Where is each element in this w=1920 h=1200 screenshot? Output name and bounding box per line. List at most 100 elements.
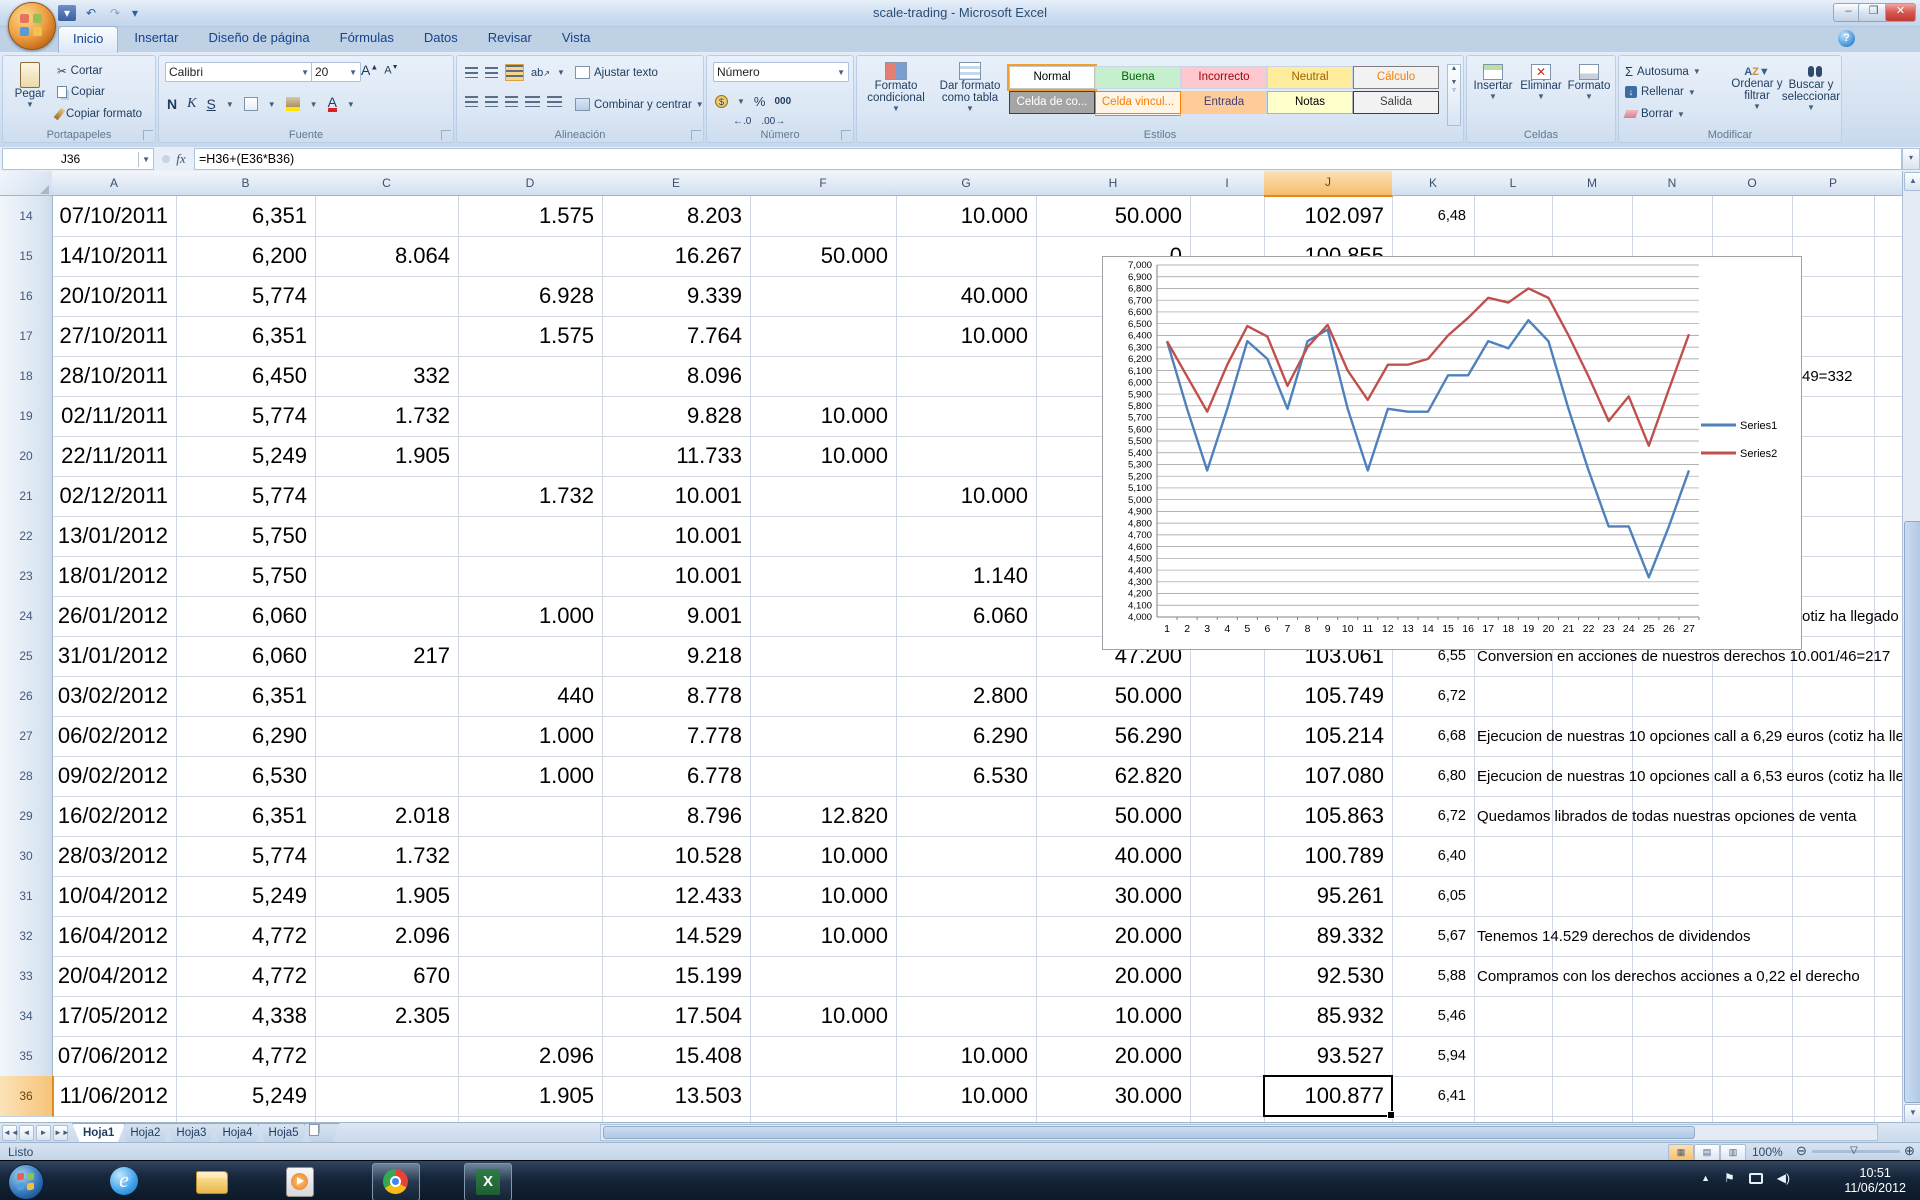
cell-H28[interactable]: 62.820 [1036, 756, 1182, 796]
cell-F32[interactable]: 10.000 [750, 916, 888, 956]
cell-F29[interactable]: 12.820 [750, 796, 888, 836]
ribbon-tab-fórmulas[interactable]: Fórmulas [326, 26, 408, 52]
cell-E23[interactable]: 10.001 [602, 556, 742, 596]
cell-G23[interactable]: 1.140 [896, 556, 1028, 596]
column-header-I[interactable]: I [1190, 171, 1265, 196]
internet-explorer-icon[interactable]: e [110, 1167, 138, 1195]
cell-A16[interactable]: 20/10/2011 [52, 276, 168, 316]
redo-icon[interactable]: ↷ [106, 5, 124, 21]
dialog-launcher-icon[interactable] [441, 130, 451, 140]
cell-D26[interactable]: 440 [458, 676, 594, 716]
cell-G24[interactable]: 6.060 [896, 596, 1028, 636]
cell-J26[interactable]: 105.749 [1264, 676, 1384, 716]
cell-G26[interactable]: 2.800 [896, 676, 1028, 716]
cell-style-incorrecto[interactable]: Incorrecto [1181, 66, 1267, 89]
cell-E19[interactable]: 9.828 [602, 396, 742, 436]
cell-B27[interactable]: 6,290 [176, 716, 307, 756]
column-header-A[interactable]: A [52, 171, 177, 196]
fill-button[interactable]: ↓Rellenar▼ [1625, 86, 1696, 98]
row-header-26[interactable]: 26 [0, 676, 53, 717]
shrink-font-icon[interactable]: A▼ [384, 64, 398, 77]
scroll-up-icon[interactable]: ▲ [1904, 172, 1920, 191]
gallery-scroll[interactable]: ▲▼▿ [1447, 64, 1461, 126]
cell-F34[interactable]: 10.000 [750, 996, 888, 1036]
align-middle-icon[interactable] [485, 67, 498, 78]
cell-G27[interactable]: 6.290 [896, 716, 1028, 756]
cell-A34[interactable]: 17/05/2012 [52, 996, 168, 1036]
windows-explorer-icon[interactable] [196, 1171, 228, 1194]
row-header-27[interactable]: 27 [0, 716, 53, 757]
fill-handle[interactable] [1387, 1111, 1395, 1119]
sort-filter-button[interactable]: AZ▼ Ordenar y filtrar▼ [1729, 66, 1785, 111]
first-sheet-icon[interactable]: ◄◄ [2, 1125, 17, 1141]
cell-B22[interactable]: 5,750 [176, 516, 307, 556]
delete-cells-button[interactable]: ✕ Eliminar▼ [1517, 64, 1565, 101]
cell-F30[interactable]: 10.000 [750, 836, 888, 876]
align-center-icon[interactable] [485, 96, 498, 107]
cell-E15[interactable]: 16.267 [602, 236, 742, 276]
comma-style-icon[interactable]: 000 [774, 96, 791, 107]
column-header-K[interactable]: K [1392, 171, 1475, 196]
cell-A24[interactable]: 26/01/2012 [52, 596, 168, 636]
cell-E32[interactable]: 14.529 [602, 916, 742, 956]
close-button[interactable]: ✕ [1885, 3, 1916, 22]
taskbar-clock[interactable]: 10:51 11/06/2012 [1844, 1166, 1906, 1196]
cell-A29[interactable]: 16/02/2012 [52, 796, 168, 836]
prev-sheet-icon[interactable]: ◄ [19, 1125, 34, 1141]
cell-style-celda-vincul-[interactable]: Celda vincul... [1095, 91, 1181, 116]
row-header-15[interactable]: 15 [0, 236, 53, 277]
cell-H31[interactable]: 30.000 [1036, 876, 1182, 916]
cell-E30[interactable]: 10.528 [602, 836, 742, 876]
cell-G17[interactable]: 10.000 [896, 316, 1028, 356]
column-header-O[interactable]: O [1712, 171, 1793, 196]
cell-A14[interactable]: 07/10/2011 [52, 196, 168, 236]
cell-E33[interactable]: 15.199 [602, 956, 742, 996]
cell-J35[interactable]: 93.527 [1264, 1036, 1384, 1076]
cell-B28[interactable]: 6,530 [176, 756, 307, 796]
cell-B20[interactable]: 5,249 [176, 436, 307, 476]
row-header-23[interactable]: 23 [0, 556, 53, 597]
sheet-tab-hoja3[interactable]: Hoja3 [165, 1123, 217, 1143]
cell-B21[interactable]: 5,774 [176, 476, 307, 516]
column-header-C[interactable]: C [315, 171, 459, 196]
row-header-14[interactable]: 14 [0, 196, 53, 237]
embedded-chart[interactable]: 4,0004,1004,2004,3004,4004,5004,6004,700… [1102, 256, 1802, 650]
cell-F31[interactable]: 10.000 [750, 876, 888, 916]
cell-K14[interactable]: 6,48 [1392, 196, 1466, 236]
cell-J30[interactable]: 100.789 [1264, 836, 1384, 876]
format-painter-button[interactable]: Copiar formato [57, 108, 142, 120]
row-header-25[interactable]: 25 [0, 636, 53, 677]
sheet-tab-hoja5[interactable]: Hoja5 [258, 1123, 310, 1143]
cell-A32[interactable]: 16/04/2012 [52, 916, 168, 956]
cell-B18[interactable]: 6,450 [176, 356, 307, 396]
cell-A27[interactable]: 06/02/2012 [52, 716, 168, 756]
italic-button[interactable]: K [187, 96, 196, 112]
cell-C32[interactable]: 2.096 [315, 916, 450, 956]
cell-A35[interactable]: 07/06/2012 [52, 1036, 168, 1076]
page-break-view-icon[interactable]: ▥ [1720, 1144, 1746, 1161]
row-header-31[interactable]: 31 [0, 876, 53, 917]
next-sheet-icon[interactable]: ► [36, 1125, 51, 1141]
cell-A30[interactable]: 28/03/2012 [52, 836, 168, 876]
cell-B31[interactable]: 5,249 [176, 876, 307, 916]
font-size-select[interactable]: 20▼ [311, 62, 361, 82]
cell-D35[interactable]: 2.096 [458, 1036, 594, 1076]
cell-B17[interactable]: 6,351 [176, 316, 307, 356]
cell-G21[interactable]: 10.000 [896, 476, 1028, 516]
cell-K28[interactable]: 6,80 [1392, 756, 1466, 796]
cell-A19[interactable]: 02/11/2011 [52, 396, 168, 436]
cell-H33[interactable]: 20.000 [1036, 956, 1182, 996]
cell-H26[interactable]: 50.000 [1036, 676, 1182, 716]
ribbon-tab-insertar[interactable]: Insertar [120, 26, 192, 52]
cell-G14[interactable]: 10.000 [896, 196, 1028, 236]
cell-E27[interactable]: 7.778 [602, 716, 742, 756]
row-header-24[interactable]: 24 [0, 596, 53, 637]
cell-K32[interactable]: 5,67 [1392, 916, 1466, 956]
fill-color-icon[interactable] [286, 97, 300, 111]
paste-button[interactable]: Pegar▼ [7, 62, 53, 109]
cell-B19[interactable]: 5,774 [176, 396, 307, 436]
cell-B34[interactable]: 4,338 [176, 996, 307, 1036]
undo-icon[interactable]: ↶ [82, 5, 100, 21]
start-button[interactable] [8, 1164, 44, 1200]
cell-D28[interactable]: 1.000 [458, 756, 594, 796]
